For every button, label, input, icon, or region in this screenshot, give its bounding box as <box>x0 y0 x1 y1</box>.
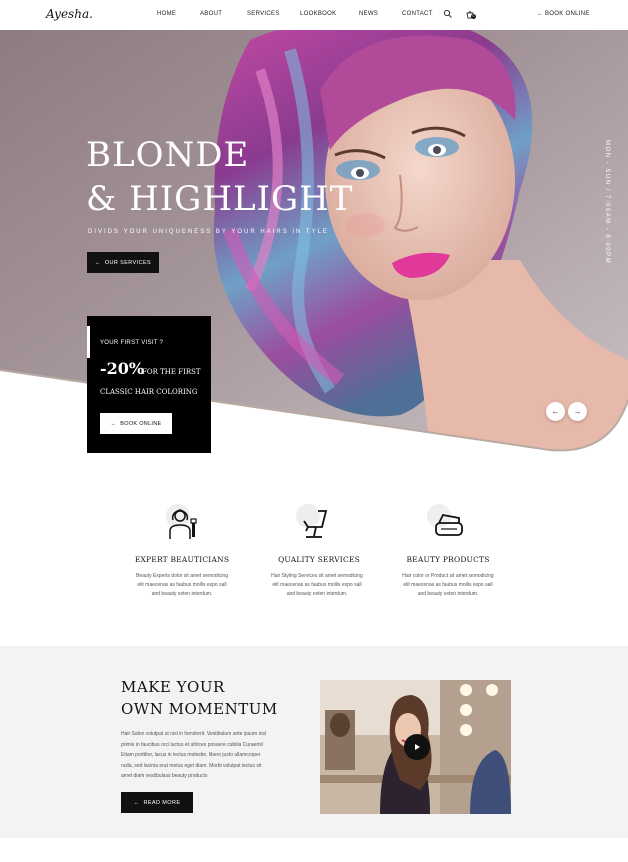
promo-book-button[interactable]: ← BOOK ONLINE <box>100 413 172 434</box>
cart-count-badge: 0 <box>471 14 476 19</box>
arrow-left-icon: ← <box>110 420 117 427</box>
nav-services[interactable]: SERVICES <box>247 11 280 17</box>
promo-for-text: FOR THE FIRST <box>142 368 201 376</box>
read-more-button[interactable]: ← READ MORE <box>121 792 193 813</box>
beautician-icon <box>169 509 197 539</box>
feature-description: Beauty Experts dolor sit amet semodicing… <box>136 573 228 597</box>
arrow-left-icon: ← <box>94 259 101 266</box>
site-logo[interactable]: Ayesha. <box>46 7 93 21</box>
search-icon[interactable] <box>443 9 453 19</box>
momentum-section <box>0 646 628 838</box>
momentum-title: MAKE YOUR OWN MOMENTUM <box>121 678 278 718</box>
nav-lookbook[interactable]: LOOKBOOK <box>300 11 336 17</box>
nav-contact[interactable]: CONTACT <box>402 11 433 17</box>
slider-prev-button[interactable]: ← <box>546 402 565 421</box>
promo-service: CLASSIC HAIR COLORING <box>100 388 198 396</box>
hero-title: BLONDE & HIGHLIGHT <box>86 135 354 219</box>
feature-description: Hair Styling Services sit amet semodicin… <box>271 573 363 597</box>
feature-title: EXPERT BEAUTICIANS <box>134 555 230 564</box>
promo-question: YOUR FIRST VISIT ? <box>100 340 164 346</box>
slider-next-button[interactable]: → <box>568 402 587 421</box>
arrow-left-icon: ← <box>133 799 140 806</box>
promo-discount: -20% <box>100 359 145 378</box>
feature-description: Hair color or Product sit amet semodicin… <box>402 573 494 597</box>
opening-hours: MON - SUN / 7:00AM - 8:00PM <box>604 140 610 265</box>
book-online-link[interactable]: BOOK ONLINE <box>545 11 590 17</box>
momentum-text: Hair Salon volutpat ut nisl in hendrerit… <box>121 731 267 779</box>
arrow-left-icon: ← <box>551 407 560 416</box>
salon-chair-icon <box>303 510 328 538</box>
arrow-left-icon: ← <box>537 11 543 17</box>
nav-home[interactable]: HOME <box>157 11 176 17</box>
nav-news[interactable]: NEWS <box>359 11 378 17</box>
play-button[interactable] <box>404 734 430 760</box>
play-icon <box>415 744 420 750</box>
promo-accent-bar <box>87 326 90 358</box>
our-services-button[interactable]: ← OUR SERVICES <box>87 252 159 273</box>
promo-box: YOUR FIRST VISIT ? -20% FOR THE FIRST CL… <box>87 316 211 453</box>
arrow-right-icon: → <box>573 407 582 416</box>
site-header: Ayesha. HOME ABOUT SERVICES LOOKBOOK NEW… <box>0 0 628 30</box>
nav-about[interactable]: ABOUT <box>200 11 222 17</box>
feature-title: BEAUTY PRODUCTS <box>406 555 490 564</box>
hero-subtitle: DIVIDS YOUR UNIQUENESS BY YOUR HAIRS IN … <box>88 229 329 235</box>
cosmetics-icon <box>435 513 463 536</box>
